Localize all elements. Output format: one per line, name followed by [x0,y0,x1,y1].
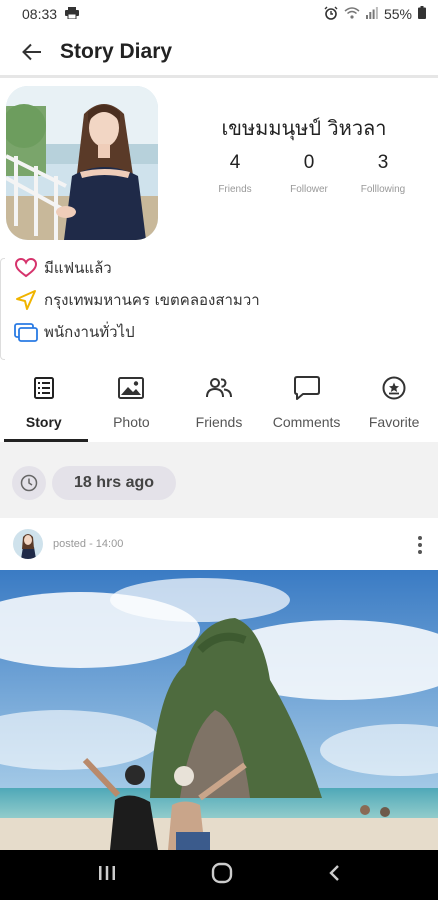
post-meta: posted - 14:00 [53,538,124,550]
info-text: พนักงานทั่วไป [44,323,135,341]
info-occupation: พนักงานทั่วไป [14,316,434,348]
status-bar: 08:33 55% [0,0,438,28]
battery-icon [418,6,426,22]
post-header: posted - 14:00 [0,518,438,570]
tab-label: Comments [272,414,341,430]
arrow-left-icon [22,43,41,60]
avatar[interactable] [13,529,43,559]
list-icon [33,374,54,402]
navigation-icon [14,288,38,312]
info-location: กรุงเทพมหานคร เขตคลองสามวา [14,284,434,316]
post-card: posted - 14:00 [0,518,438,850]
profile-name: เขษมมนุษป์ วิหวลา [221,116,387,140]
home-icon [211,862,233,883]
signal-icon [365,6,378,22]
print-icon [65,6,80,22]
info-text: มีแฟนแล้ว [44,259,112,277]
tab-friends[interactable]: Friends [175,366,263,442]
tab-label: Friends [195,414,243,430]
profile-header: เขษมมนุษป์ วิหวลา 4 Friends 0 Follower 3… [0,84,438,244]
folder-icon [14,320,38,344]
tab-story[interactable]: Story [0,366,88,442]
tab-favorite[interactable]: Favorite [350,366,438,442]
home-button[interactable] [211,862,233,889]
image-icon [118,374,145,402]
post-photo[interactable] [0,570,438,850]
stat-label: Follower [290,184,328,195]
heart-icon [14,256,38,280]
nav-back-button[interactable] [328,864,340,887]
stat-value: 0 [303,152,315,173]
recent-apps-button[interactable] [98,865,116,886]
people-icon [205,374,232,402]
wifi-icon [344,6,360,22]
profile-photo[interactable] [6,86,158,240]
stat-label: Folllowing [360,184,406,195]
tab-label: Story [25,414,62,430]
profile-stats: 4 Friends 0 Follower 3 Folllowing [198,152,438,195]
stat-friends[interactable]: 4 Friends [198,152,272,195]
stat-value: 3 [377,152,389,173]
tab-label: Favorite [368,414,420,430]
back-button[interactable] [12,32,52,72]
time-ago-label: 18 hrs ago [52,466,177,500]
page-title: Story Diary [60,39,173,63]
battery-percent: 55% [383,6,412,22]
system-nav-bar [0,850,438,900]
profile-info: มีแฟนแล้ว กรุงเทพมหานคร เขตคลองสามวา พนั… [14,252,434,348]
chevron-left-icon [329,864,340,881]
info-relationship: มีแฟนแล้ว [14,252,434,284]
profile-tabs: Story Photo Friends Comments Favorite [0,366,438,442]
status-time: 08:33 [22,6,58,22]
stat-label: Friends [218,184,252,195]
stat-follower[interactable]: 0 Follower [272,152,346,195]
time-chip: 18 hrs ago [12,466,177,500]
side-accent [0,258,5,360]
stat-following[interactable]: 3 Folllowing [346,152,420,195]
more-vert-icon[interactable] [414,536,426,554]
alarm-icon [324,6,338,23]
stat-value: 4 [229,152,241,173]
comment-icon [293,374,320,402]
recent-apps-icon [98,865,115,880]
favorite-icon [382,374,406,402]
app-bar: Story Diary [0,28,438,78]
tab-photo[interactable]: Photo [88,366,176,442]
info-text: กรุงเทพมหานคร เขตคลองสามวา [44,291,260,309]
tab-label: Photo [113,414,150,430]
tab-comments[interactable]: Comments [263,366,351,442]
clock-icon [12,466,46,500]
